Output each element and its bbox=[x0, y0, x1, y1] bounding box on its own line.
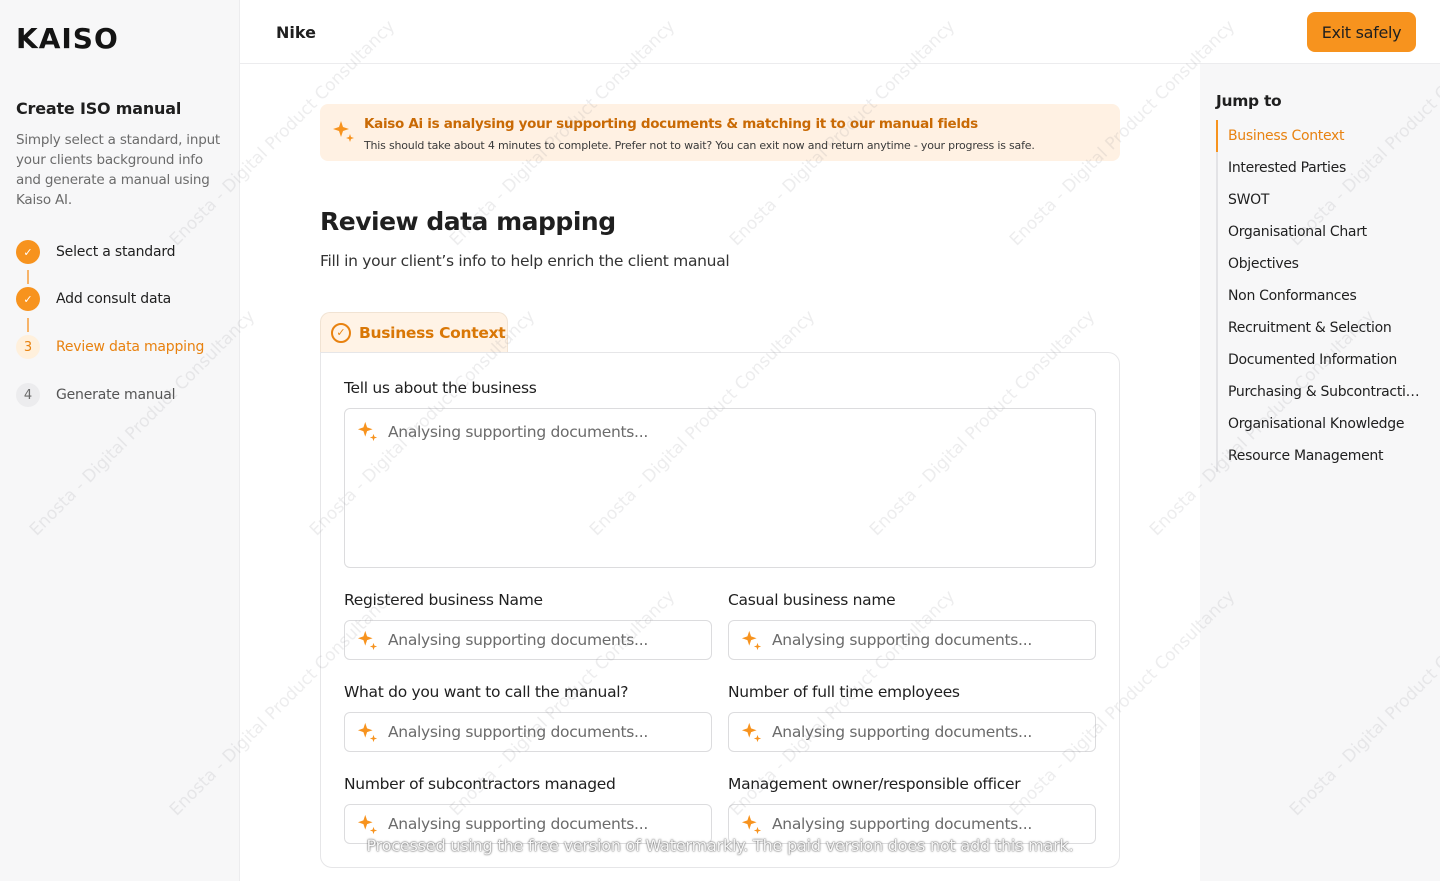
main-content: Kaiso Ai is analysing your supporting do… bbox=[240, 64, 1200, 881]
manual-name-label: What do you want to call the manual? bbox=[344, 683, 629, 701]
ai-analysis-banner: Kaiso Ai is analysing your supporting do… bbox=[320, 104, 1120, 161]
sparkle-icon bbox=[357, 722, 378, 743]
registered-name-input[interactable]: Analysing supporting documents... bbox=[344, 620, 712, 660]
sparkle-icon bbox=[333, 121, 354, 142]
jump-item-documented-information[interactable]: Documented Information bbox=[1218, 344, 1422, 376]
tab-business-context[interactable]: ✓ Business Context bbox=[320, 312, 508, 352]
top-bar: Nike Exit safely bbox=[240, 0, 1440, 64]
sidebar-title: Create ISO manual bbox=[16, 99, 182, 118]
step-review-data-mapping[interactable]: 3 Review data mapping bbox=[16, 335, 236, 359]
check-circle-icon: ✓ bbox=[331, 322, 351, 343]
sparkle-icon bbox=[357, 630, 378, 651]
business-context-card: Tell us about the business Analysing sup… bbox=[320, 352, 1120, 868]
sparkle-icon bbox=[741, 722, 762, 743]
jump-item-interested-parties[interactable]: Interested Parties bbox=[1218, 152, 1422, 184]
employees-label: Number of full time employees bbox=[728, 683, 960, 701]
jump-item-resource-management[interactable]: Resource Management bbox=[1218, 440, 1422, 472]
sparkle-icon bbox=[357, 421, 378, 442]
check-icon: ✓ bbox=[16, 240, 40, 264]
input-placeholder: Analysing supporting documents... bbox=[388, 723, 648, 741]
step-label: Select a standard bbox=[56, 244, 176, 260]
kaiso-logo[interactable]: KAISO bbox=[16, 22, 119, 55]
step-select-standard[interactable]: ✓ Select a standard bbox=[16, 240, 236, 264]
step-generate-manual[interactable]: 4 Generate manual bbox=[16, 383, 236, 407]
jump-to-list: Business Context Interested Parties SWOT… bbox=[1216, 120, 1422, 472]
sparkle-icon bbox=[741, 814, 762, 835]
step-label: Review data mapping bbox=[56, 339, 205, 355]
step-add-consult-data[interactable]: ✓ Add consult data bbox=[16, 287, 236, 311]
manual-name-input[interactable]: Analysing supporting documents... bbox=[344, 712, 712, 752]
input-placeholder: Analysing supporting documents... bbox=[772, 815, 1032, 833]
jump-to-nav: Jump to Business Context Interested Part… bbox=[1200, 64, 1440, 881]
jump-item-swot[interactable]: SWOT bbox=[1218, 184, 1422, 216]
about-business-textarea[interactable]: Analysing supporting documents... bbox=[344, 408, 1096, 568]
jump-item-organisational-knowledge[interactable]: Organisational Knowledge bbox=[1218, 408, 1422, 440]
input-placeholder: Analysing supporting documents... bbox=[772, 631, 1032, 649]
subcontractors-input[interactable]: Analysing supporting documents... bbox=[344, 804, 712, 844]
jump-item-business-context[interactable]: Business Context bbox=[1216, 120, 1422, 152]
about-business-label: Tell us about the business bbox=[344, 379, 537, 397]
banner-title: Kaiso Ai is analysing your supporting do… bbox=[364, 116, 978, 132]
jump-to-title: Jump to bbox=[1216, 92, 1282, 110]
page-title: Review data mapping bbox=[320, 207, 616, 236]
input-placeholder: Analysing supporting documents... bbox=[388, 815, 648, 833]
step-number: 4 bbox=[16, 383, 40, 407]
tab-label: Business Context bbox=[359, 323, 506, 342]
jump-item-organisational-chart[interactable]: Organisational Chart bbox=[1218, 216, 1422, 248]
owner-input[interactable]: Analysing supporting documents... bbox=[728, 804, 1096, 844]
registered-name-label: Registered business Name bbox=[344, 591, 543, 609]
step-connector bbox=[27, 318, 29, 332]
sparkle-icon bbox=[357, 814, 378, 835]
sidebar-description: Simply select a standard, input your cli… bbox=[16, 132, 221, 208]
banner-subtitle: This should take about 4 minutes to comp… bbox=[364, 139, 1035, 152]
jump-item-recruitment-selection[interactable]: Recruitment & Selection bbox=[1218, 312, 1422, 344]
jump-item-objectives[interactable]: Objectives bbox=[1218, 248, 1422, 280]
left-sidebar: KAISO Create ISO manual Simply select a … bbox=[0, 0, 240, 881]
client-name: Nike bbox=[276, 23, 316, 42]
sparkle-icon bbox=[741, 630, 762, 651]
casual-name-input[interactable]: Analysing supporting documents... bbox=[728, 620, 1096, 660]
subcontractors-label: Number of subcontractors managed bbox=[344, 775, 616, 793]
input-placeholder: Analysing supporting documents... bbox=[388, 631, 648, 649]
step-connector bbox=[27, 270, 29, 284]
textarea-placeholder: Analysing supporting documents... bbox=[388, 423, 648, 441]
step-label: Generate manual bbox=[56, 387, 176, 403]
step-label: Add consult data bbox=[56, 291, 172, 307]
exit-safely-button[interactable]: Exit safely bbox=[1307, 12, 1416, 52]
owner-label: Management owner/responsible officer bbox=[728, 775, 1021, 793]
check-icon: ✓ bbox=[16, 287, 40, 311]
employees-input[interactable]: Analysing supporting documents... bbox=[728, 712, 1096, 752]
jump-item-purchasing-subcontracting[interactable]: Purchasing & Subcontracting bbox=[1218, 376, 1422, 408]
input-placeholder: Analysing supporting documents... bbox=[772, 723, 1032, 741]
step-number: 3 bbox=[16, 335, 40, 359]
casual-name-label: Casual business name bbox=[728, 591, 896, 609]
jump-item-non-conformances[interactable]: Non Conformances bbox=[1218, 280, 1422, 312]
page-subtitle: Fill in your client’s info to help enric… bbox=[320, 252, 730, 270]
